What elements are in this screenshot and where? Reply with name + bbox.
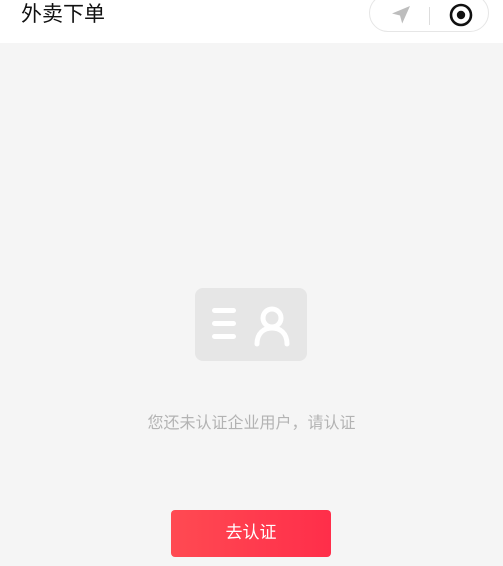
navigation-arrow-icon[interactable] — [389, 3, 413, 27]
page-title: 外卖下单 — [21, 2, 105, 26]
id-card-icon — [195, 288, 307, 361]
top-bar: 外卖下单 — [0, 0, 503, 43]
mini-program-capsule — [369, 0, 489, 32]
verification-message: 您还未认证企业用户，请认证 — [147, 413, 356, 432]
target-icon[interactable] — [448, 2, 474, 28]
verify-button[interactable]: 去认证 — [171, 510, 331, 557]
capsule-divider — [429, 7, 430, 25]
